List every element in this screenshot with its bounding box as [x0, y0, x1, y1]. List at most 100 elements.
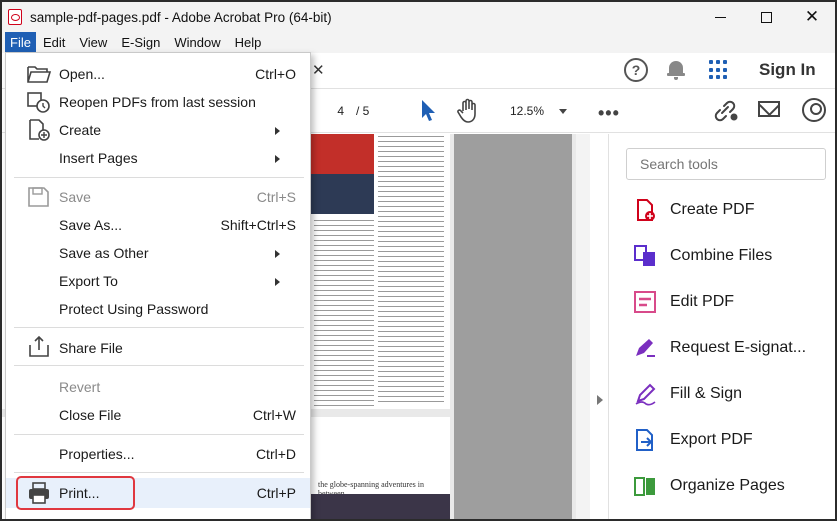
maximize-button[interactable] — [743, 2, 789, 32]
document-scrollbar[interactable] — [576, 134, 590, 519]
menu-item-reopen[interactable]: Reopen PDFs from last session — [6, 88, 310, 116]
menu-item-label: Save As... — [59, 217, 123, 233]
file-menu: Open... Ctrl+O Reopen PDFs from last ses… — [5, 52, 311, 519]
email-icon[interactable] — [758, 101, 780, 117]
expand-panel-icon[interactable] — [597, 395, 603, 405]
menu-item-label: Properties... — [59, 446, 135, 462]
zoom-dropdown-icon[interactable] — [559, 109, 567, 114]
sign-in-button[interactable]: Sign In — [759, 60, 816, 80]
menu-item-shortcut: Shift+Ctrl+S — [220, 217, 296, 233]
maximize-icon — [760, 11, 772, 23]
menu-separator — [14, 365, 304, 366]
tool-label: Export PDF — [670, 431, 753, 448]
menu-separator — [14, 327, 304, 328]
menu-item-save: Save Ctrl+S — [6, 183, 310, 211]
menu-help[interactable]: Help — [228, 32, 269, 53]
folder-open-icon — [27, 66, 52, 83]
menu-edit[interactable]: Edit — [36, 32, 72, 53]
save-icon — [28, 187, 49, 207]
acrobat-icon — [8, 9, 22, 25]
title-bar: sample-pdf-pages.pdf - Adobe Acrobat Pro… — [2, 2, 835, 32]
tool-label: Create PDF — [670, 201, 755, 218]
menu-item-create[interactable]: Create — [6, 116, 310, 144]
fill-sign-icon — [635, 383, 656, 406]
more-options-icon[interactable]: ••• — [598, 103, 620, 124]
page-total: / 5 — [356, 104, 370, 118]
tool-label: Edit PDF — [670, 293, 735, 310]
menu-esign[interactable]: E-Sign — [114, 32, 167, 53]
request-esign-icon — [636, 339, 655, 357]
menu-item-save-as[interactable]: Save As... Shift+Ctrl+S — [6, 211, 310, 239]
menu-item-label: Export To — [59, 273, 118, 289]
page-illustration — [310, 494, 450, 519]
close-button[interactable]: ✕ — [789, 2, 835, 32]
share-link-icon[interactable] — [712, 99, 740, 123]
document-gutter — [454, 134, 572, 519]
menu-item-shortcut: Ctrl+P — [256, 485, 296, 501]
tool-combine-files[interactable]: Combine Files — [633, 242, 833, 270]
tool-create-pdf[interactable]: Create PDF — [633, 196, 833, 224]
select-cursor-icon[interactable] — [420, 99, 436, 123]
create-file-icon — [29, 119, 50, 141]
page-number-input[interactable]: 4 — [316, 100, 352, 122]
menu-item-protect-password[interactable]: Protect Using Password — [6, 295, 310, 323]
menu-item-save-as-other[interactable]: Save as Other — [6, 239, 310, 267]
page-text-column — [378, 134, 444, 406]
menu-separator — [14, 434, 304, 435]
menu-item-share-file[interactable]: Share File — [6, 334, 310, 362]
menu-item-label: Insert Pages — [59, 150, 138, 166]
menu-bar: File Edit View E-Sign Window Help — [2, 32, 835, 53]
menu-item-label: Create — [59, 122, 102, 138]
edit-pdf-icon — [634, 291, 656, 313]
tool-organize-pages[interactable]: Organize Pages — [633, 472, 833, 500]
tool-fill-sign[interactable]: Fill & Sign — [633, 380, 833, 408]
hand-tool-icon[interactable] — [457, 98, 481, 124]
app-window: sample-pdf-pages.pdf - Adobe Acrobat Pro… — [0, 0, 837, 521]
page-illustration — [310, 174, 374, 214]
search-tools-input[interactable] — [626, 148, 826, 180]
tool-edit-pdf[interactable]: Edit PDF — [633, 288, 833, 316]
combine-files-icon — [634, 245, 655, 266]
menu-item-shortcut: Ctrl+S — [256, 189, 296, 205]
menu-item-label: Protect Using Password — [59, 301, 209, 317]
notifications-icon[interactable] — [667, 60, 685, 80]
tool-label: Combine Files — [670, 247, 773, 264]
menu-item-properties[interactable]: Properties... Ctrl+D — [6, 440, 310, 468]
account-icon[interactable] — [802, 98, 826, 122]
minimize-button[interactable] — [697, 2, 743, 32]
menu-item-label: Save as Other — [59, 245, 149, 261]
menu-item-label: Open... — [59, 66, 105, 82]
organize-pages-icon — [634, 477, 655, 496]
menu-item-label: Revert — [59, 379, 101, 395]
menu-file[interactable]: File — [5, 32, 36, 53]
menu-item-export-to[interactable]: Export To — [6, 267, 310, 295]
menu-item-insert-pages[interactable]: Insert Pages — [6, 144, 310, 172]
submenu-arrow-icon — [275, 155, 280, 163]
help-icon[interactable]: ? — [624, 58, 648, 82]
zoom-level[interactable]: 12.5% — [510, 100, 544, 122]
menu-separator — [14, 472, 304, 473]
menu-item-open[interactable]: Open... Ctrl+O — [6, 60, 310, 88]
reopen-icon — [27, 92, 50, 113]
menu-item-label: Save — [59, 189, 91, 205]
tool-label: Fill & Sign — [670, 385, 743, 402]
submenu-arrow-icon — [275, 278, 280, 286]
menu-item-close-file[interactable]: Close File Ctrl+W — [6, 401, 310, 429]
menu-window[interactable]: Window — [167, 32, 227, 53]
menu-separator — [14, 177, 304, 178]
apps-grid-icon[interactable] — [709, 60, 729, 80]
menu-item-label: Share File — [59, 340, 123, 356]
export-pdf-icon — [636, 429, 653, 451]
menu-item-revert: Revert — [6, 373, 310, 401]
submenu-arrow-icon — [275, 250, 280, 258]
menu-item-shortcut: Ctrl+O — [255, 66, 296, 82]
page-text-column — [314, 218, 374, 408]
menu-item-label: Close File — [59, 407, 122, 423]
tool-request-esignatures[interactable]: Request E-signat... — [633, 334, 833, 362]
print-highlight-box — [16, 476, 135, 510]
share-icon — [29, 335, 49, 357]
close-tab-icon[interactable]: ✕ — [312, 61, 325, 79]
menu-item-label: Reopen PDFs from last session — [59, 94, 256, 110]
tool-export-pdf[interactable]: Export PDF — [633, 426, 833, 454]
menu-view[interactable]: View — [72, 32, 114, 53]
